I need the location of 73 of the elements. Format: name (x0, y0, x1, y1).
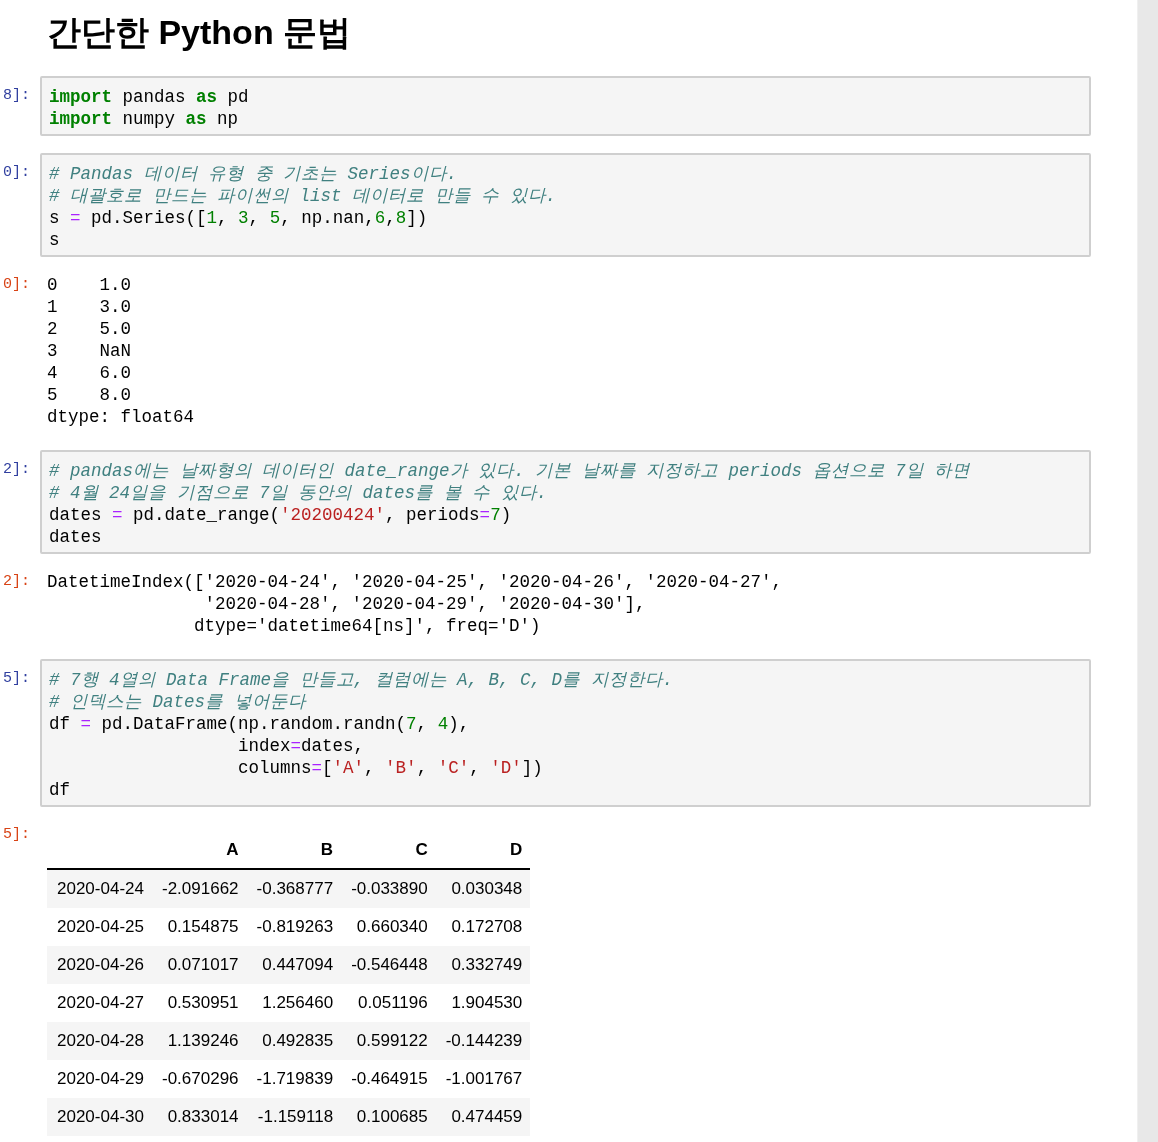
output-line: 4 6.0 (47, 362, 132, 384)
table-cell: -2.091662 (151, 869, 247, 908)
code-line: # 인덱스는 Dates를 넣어둔다 (49, 691, 308, 713)
table-cell: 0.071017 (151, 946, 247, 984)
input-prompt: 5]: (2, 669, 30, 689)
table-cell: 0.100685 (341, 1098, 436, 1136)
code-line: df = pd.DataFrame(np.random.randn(7, 4), (49, 713, 471, 735)
table-cell: 0.474459 (435, 1098, 531, 1136)
code-cell[interactable]: import pandas as pd import numpy as np (40, 76, 1091, 136)
output-line: 2 5.0 (47, 318, 132, 340)
code-line: import pandas as pd (49, 86, 250, 108)
table-cell: 0.172708 (435, 908, 531, 946)
row-index: 2020-04-30 (47, 1098, 152, 1136)
table-cell: 0.447094 (246, 946, 342, 984)
table-cell: 1.256460 (246, 984, 342, 1022)
code-cell[interactable]: # 7행 4열의 Data Frame을 만들고, 컬럼에는 A, B, C, D를 지정한다. # 인덱스는 Dates를 넣어둔다 df = pd.DataFrame(np.random.randn(7, 4), index=dates, columns=['A', 'B', 'C', 'D']) df (40, 659, 1091, 807)
output-line: dtype: float64 (47, 406, 195, 428)
code-line: index=dates, (237, 735, 366, 757)
table-cell: 0.332749 (435, 946, 531, 984)
code-line: # 4월 24일을 기점으로 7일 동안의 dates를 볼 수 있다. (49, 482, 549, 504)
code-line: df (49, 779, 71, 801)
code-line: import numpy as np (49, 108, 240, 130)
code-line: # 7행 4열의 Data Frame을 만들고, 컬럼에는 A, B, C, D를 지정한다. (49, 669, 675, 691)
row-index: 2020-04-24 (47, 869, 152, 908)
output-line: '2020-04-28', '2020-04-29', '2020-04-30'], (203, 593, 647, 615)
table-cell: 1.139246 (151, 1022, 247, 1060)
table-cell: -0.144239 (435, 1022, 531, 1060)
table-cell: -0.819263 (246, 908, 342, 946)
table-cell: -0.670296 (151, 1060, 247, 1098)
code-line: # Pandas 데이터 유형 중 기초는 Series이다. (49, 163, 459, 185)
row-index: 2020-04-29 (47, 1060, 152, 1098)
table-cell: -0.546448 (341, 946, 436, 984)
table-cell: 0.530951 (151, 984, 247, 1022)
notebook-heading: 간단한 Python 문법 (47, 12, 353, 53)
code-line: dates = pd.date_range('20200424', periods=7) (49, 504, 513, 526)
code-line: s = pd.Series([1, 3, 5, np.nan,6,8]) (49, 207, 429, 229)
table-cell: -0.464915 (341, 1060, 436, 1098)
table-cell: -1.159118 (246, 1098, 342, 1136)
output-line: 1 3.0 (47, 296, 132, 318)
table-cell: 0.051196 (341, 984, 436, 1022)
row-index: 2020-04-26 (47, 946, 152, 984)
table-cell: 0.030348 (435, 869, 531, 908)
input-prompt: 2]: (2, 460, 30, 480)
row-index: 2020-04-27 (47, 984, 152, 1022)
row-index: 2020-04-28 (47, 1022, 152, 1060)
output-line: DatetimeIndex(['2020-04-24', '2020-04-25', '2020-04-26', '2020-04-27', (47, 571, 783, 593)
output-line: 5 8.0 (47, 384, 132, 406)
table-cell: 0.492835 (246, 1022, 342, 1060)
table-cell: 0.599122 (341, 1022, 436, 1060)
code-line: # 대괄호로 만드는 파이썬의 list 데이터로 만들 수 있다. (49, 185, 558, 207)
table-cell: 0.833014 (151, 1098, 247, 1136)
table-cell: -1.001767 (435, 1060, 531, 1098)
row-index: 2020-04-25 (47, 908, 152, 946)
table-cell: -1.719839 (246, 1060, 342, 1098)
code-line: columns=['A', 'B', 'C', 'D']) (237, 757, 544, 779)
input-prompt: 0]: (2, 163, 30, 183)
output-line: dtype='datetime64[ns]', freq='D') (193, 615, 542, 637)
code-line: s (49, 229, 61, 251)
code-line: dates (49, 526, 103, 548)
table-cell: -0.033890 (341, 869, 436, 908)
output-prompt: 5]: (2, 825, 30, 845)
table-cell: 0.660340 (341, 908, 436, 946)
code-cell[interactable]: # pandas에는 날짜형의 데이터인 date_range가 있다. 기본 날짜를 지정하고 periods 옵션으로 7일 하면 # 4월 24일을 기점으로 7일 동안의 dates를 볼 수 있다. dates = pd.date_range('20200424', periods=7) dates (40, 450, 1091, 554)
output-prompt: 2]: (2, 572, 30, 592)
table-cell: 0.154875 (151, 908, 247, 946)
output-line: 0 1.0 (47, 274, 132, 296)
code-line: # pandas에는 날짜형의 데이터인 date_range가 있다. 기본 날짜를 지정하고 periods 옵션으로 7일 하면 (49, 460, 972, 482)
code-cell[interactable]: # Pandas 데이터 유형 중 기초는 Series이다. # 대괄호로 만드는 파이썬의 list 데이터로 만들 수 있다. s = pd.Series([1, 3, 5, np.nan,6,8]) s (40, 153, 1091, 257)
output-prompt: 0]: (2, 275, 30, 295)
table-cell: 1.904530 (435, 984, 531, 1022)
output-line: 3 NaN (47, 340, 132, 362)
table-cell: -0.368777 (246, 869, 342, 908)
input-prompt: 8]: (2, 86, 30, 106)
